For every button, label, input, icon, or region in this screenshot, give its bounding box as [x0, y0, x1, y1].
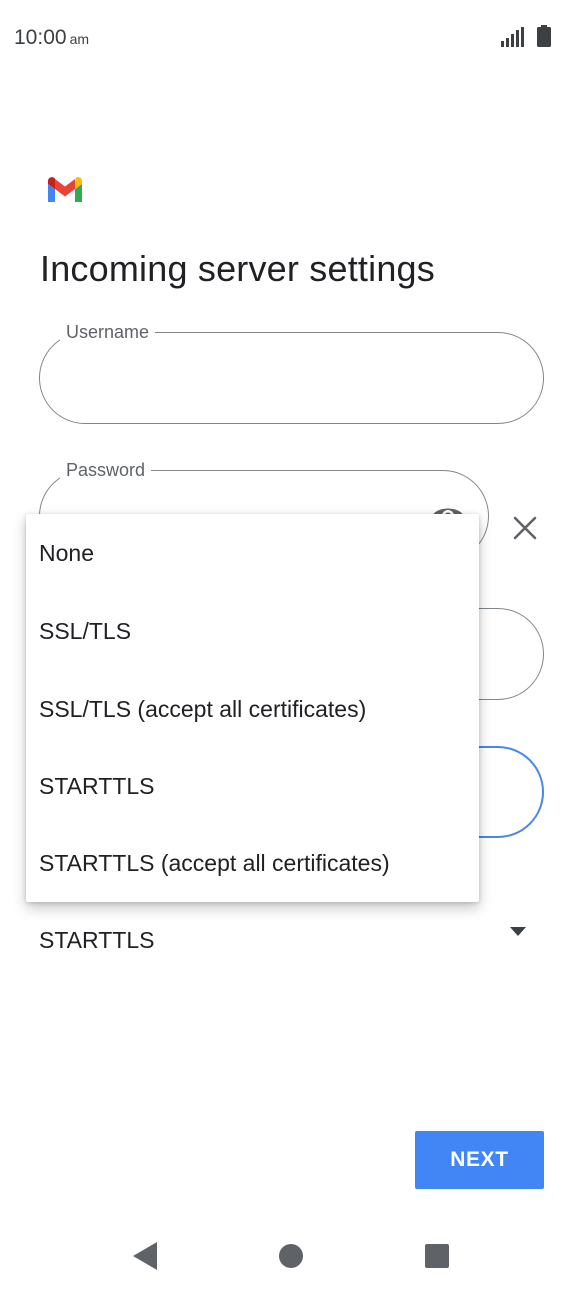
dropdown-arrow-icon — [510, 927, 526, 936]
menu-item-starttls[interactable]: STARTTLS — [26, 747, 479, 825]
security-type-select[interactable]: STARTTLS — [39, 915, 544, 965]
menu-item-starttls-accept-all[interactable]: STARTTLS (accept all certificates) — [26, 824, 479, 902]
clear-icon[interactable] — [512, 515, 538, 541]
security-type-value: STARTTLS — [39, 927, 155, 953]
battery-icon — [537, 25, 551, 47]
navigation-bar — [0, 1218, 583, 1296]
page-title: Incoming server settings — [40, 248, 435, 289]
username-field[interactable]: Username — [39, 321, 544, 424]
back-icon[interactable] — [133, 1242, 157, 1270]
status-bar: 10:00 am — [0, 0, 583, 78]
home-icon[interactable] — [279, 1244, 303, 1268]
next-button[interactable]: NEXT — [415, 1131, 544, 1189]
username-label: Username — [60, 321, 156, 343]
password-label: Password — [60, 459, 152, 481]
menu-item-none[interactable]: None — [26, 514, 479, 592]
recents-icon[interactable] — [425, 1244, 449, 1268]
status-meridiem: am — [69, 31, 90, 47]
menu-item-ssl-tls[interactable]: SSL/TLS — [26, 592, 479, 670]
signal-icon — [501, 27, 524, 47]
status-clock: 10:00 — [14, 26, 67, 49]
menu-item-ssl-tls-accept-all[interactable]: SSL/TLS (accept all certificates) — [26, 670, 479, 748]
status-time: 10:00 am — [14, 26, 89, 50]
security-type-menu: None SSL/TLS SSL/TLS (accept all certifi… — [26, 514, 479, 902]
gmail-logo — [48, 177, 82, 202]
